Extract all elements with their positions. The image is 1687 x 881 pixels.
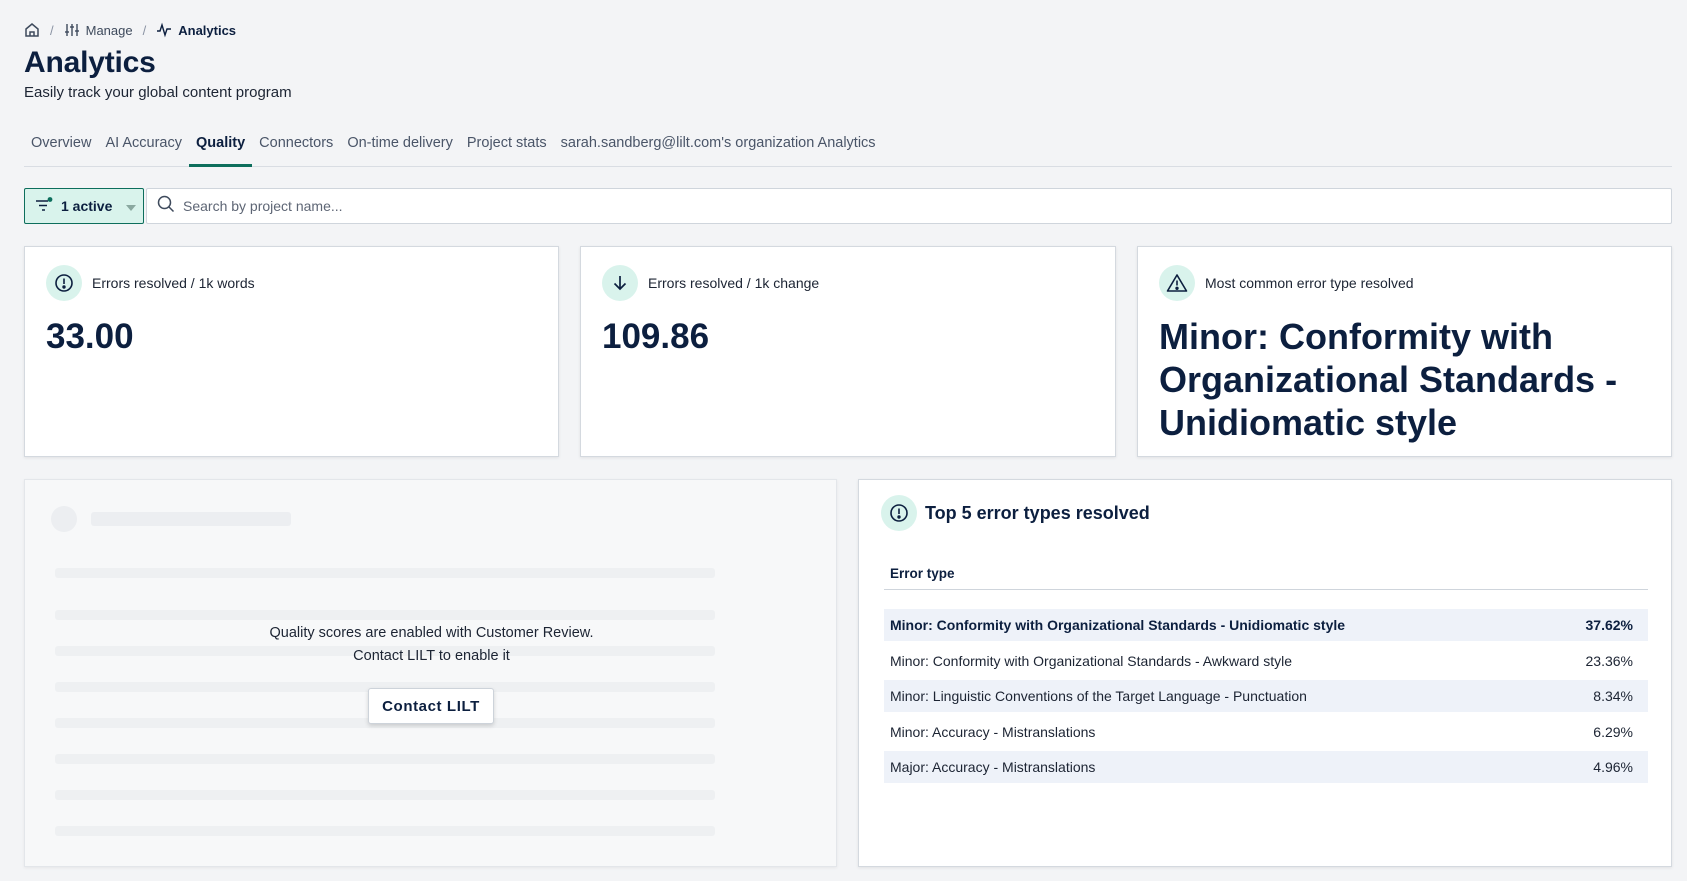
stat-card-errors-per-1k-change: Errors resolved / 1k change 109.86 xyxy=(580,246,1116,457)
breadcrumb-manage[interactable]: Manage xyxy=(64,22,133,38)
message-line: Quality scores are enabled with Customer… xyxy=(269,625,594,641)
search-icon xyxy=(157,195,175,218)
tab-overview[interactable]: Overview xyxy=(24,128,98,167)
error-types-table: Error type Minor: Conformity with Organi… xyxy=(884,564,1648,787)
error-percent-cell: 8.34% xyxy=(1593,688,1633,704)
placeholder-shape xyxy=(55,826,715,836)
placeholder-shape xyxy=(55,754,715,764)
placeholder-shape xyxy=(51,506,77,532)
breadcrumb-analytics: Analytics xyxy=(156,22,236,38)
table-row: Minor: Accuracy - Mistranslations 6.29% xyxy=(884,716,1648,748)
tab-on-time-delivery[interactable]: On-time delivery xyxy=(340,128,460,167)
breadcrumb-separator: / xyxy=(142,22,147,38)
placeholder-shape xyxy=(55,568,715,578)
error-type-cell: Minor: Linguistic Conventions of the Tar… xyxy=(890,688,1307,704)
table-row: Minor: Conformity with Organizational St… xyxy=(884,609,1648,641)
page-title: Analytics xyxy=(24,46,156,79)
stat-label: Most common error type resolved xyxy=(1205,275,1414,291)
chevron-down-icon xyxy=(126,198,137,214)
stat-value: 109.86 xyxy=(602,317,710,356)
contact-lilt-button[interactable]: Contact LILT xyxy=(368,688,494,724)
search-box xyxy=(146,188,1672,224)
tab-bar: Overview AI Accuracy Quality Connectors … xyxy=(24,128,1672,167)
error-type-cell: Minor: Accuracy - Mistranslations xyxy=(890,723,1096,740)
error-percent-cell: 37.62% xyxy=(1585,617,1633,633)
error-type-cell: Minor: Conformity with Organizational St… xyxy=(890,617,1346,633)
table-row: Major: Accuracy - Mistranslations 4.96% xyxy=(884,751,1648,783)
placeholder-shape xyxy=(55,610,715,620)
placeholder-shape xyxy=(55,790,715,800)
message-line: Contact LILT to enable it xyxy=(353,648,510,664)
quality-scores-message: Quality scores are enabled with Customer… xyxy=(25,622,836,668)
tab-quality[interactable]: Quality xyxy=(189,128,253,167)
warning-triangle-icon xyxy=(1159,265,1195,301)
alert-circle-icon xyxy=(46,265,82,301)
breadcrumb-current-label: Analytics xyxy=(178,22,237,38)
tab-organization-analytics[interactable]: sarah.sandberg@lilt.com's organization A… xyxy=(554,128,883,167)
tab-connectors[interactable]: Connectors xyxy=(252,128,340,167)
stat-value: Minor: Conformity with Organizational St… xyxy=(1159,316,1618,443)
stat-card-errors-per-1k-words: Errors resolved / 1k words 33.00 xyxy=(24,246,559,457)
top-errors-card: Top 5 error types resolved Error type Mi… xyxy=(858,479,1672,867)
quality-scores-panel: Quality scores are enabled with Customer… xyxy=(24,479,837,867)
breadcrumb: / Manage / Analytics xyxy=(24,20,236,40)
placeholder-shape xyxy=(91,512,291,526)
tab-project-stats[interactable]: Project stats xyxy=(460,128,554,167)
filter-button[interactable]: 1 active xyxy=(24,188,144,224)
activity-icon xyxy=(156,22,172,38)
error-type-cell: Minor: Conformity with Organizational St… xyxy=(890,652,1293,669)
sliders-icon xyxy=(64,22,80,38)
alert-circle-icon xyxy=(881,495,917,531)
stat-label: Errors resolved / 1k change xyxy=(648,275,820,291)
top-errors-title: Top 5 error types resolved xyxy=(925,502,1150,523)
breadcrumb-manage-label: Manage xyxy=(85,22,133,38)
stat-label: Errors resolved / 1k words xyxy=(92,275,255,291)
search-input[interactable] xyxy=(183,198,1663,214)
error-percent-cell: 23.36% xyxy=(1585,652,1633,669)
page-subtitle: Easily track your global content program xyxy=(24,84,292,101)
stat-card-most-common-error: Most common error type resolved Minor: C… xyxy=(1137,246,1672,457)
error-percent-cell: 6.29% xyxy=(1593,723,1633,740)
tab-ai-accuracy[interactable]: AI Accuracy xyxy=(98,128,189,167)
filter-active-count: 1 active xyxy=(61,198,113,214)
arrow-down-icon xyxy=(602,265,638,301)
error-percent-cell: 4.96% xyxy=(1593,759,1633,775)
table-row: Minor: Linguistic Conventions of the Tar… xyxy=(884,680,1648,712)
stat-value: 33.00 xyxy=(46,317,134,356)
home-icon[interactable] xyxy=(24,22,40,38)
table-row: Minor: Conformity with Organizational St… xyxy=(884,645,1648,677)
breadcrumb-separator: / xyxy=(50,22,54,38)
filter-icon xyxy=(35,196,53,216)
error-type-cell: Major: Accuracy - Mistranslations xyxy=(890,759,1096,775)
table-header-error-type: Error type xyxy=(884,564,1648,590)
